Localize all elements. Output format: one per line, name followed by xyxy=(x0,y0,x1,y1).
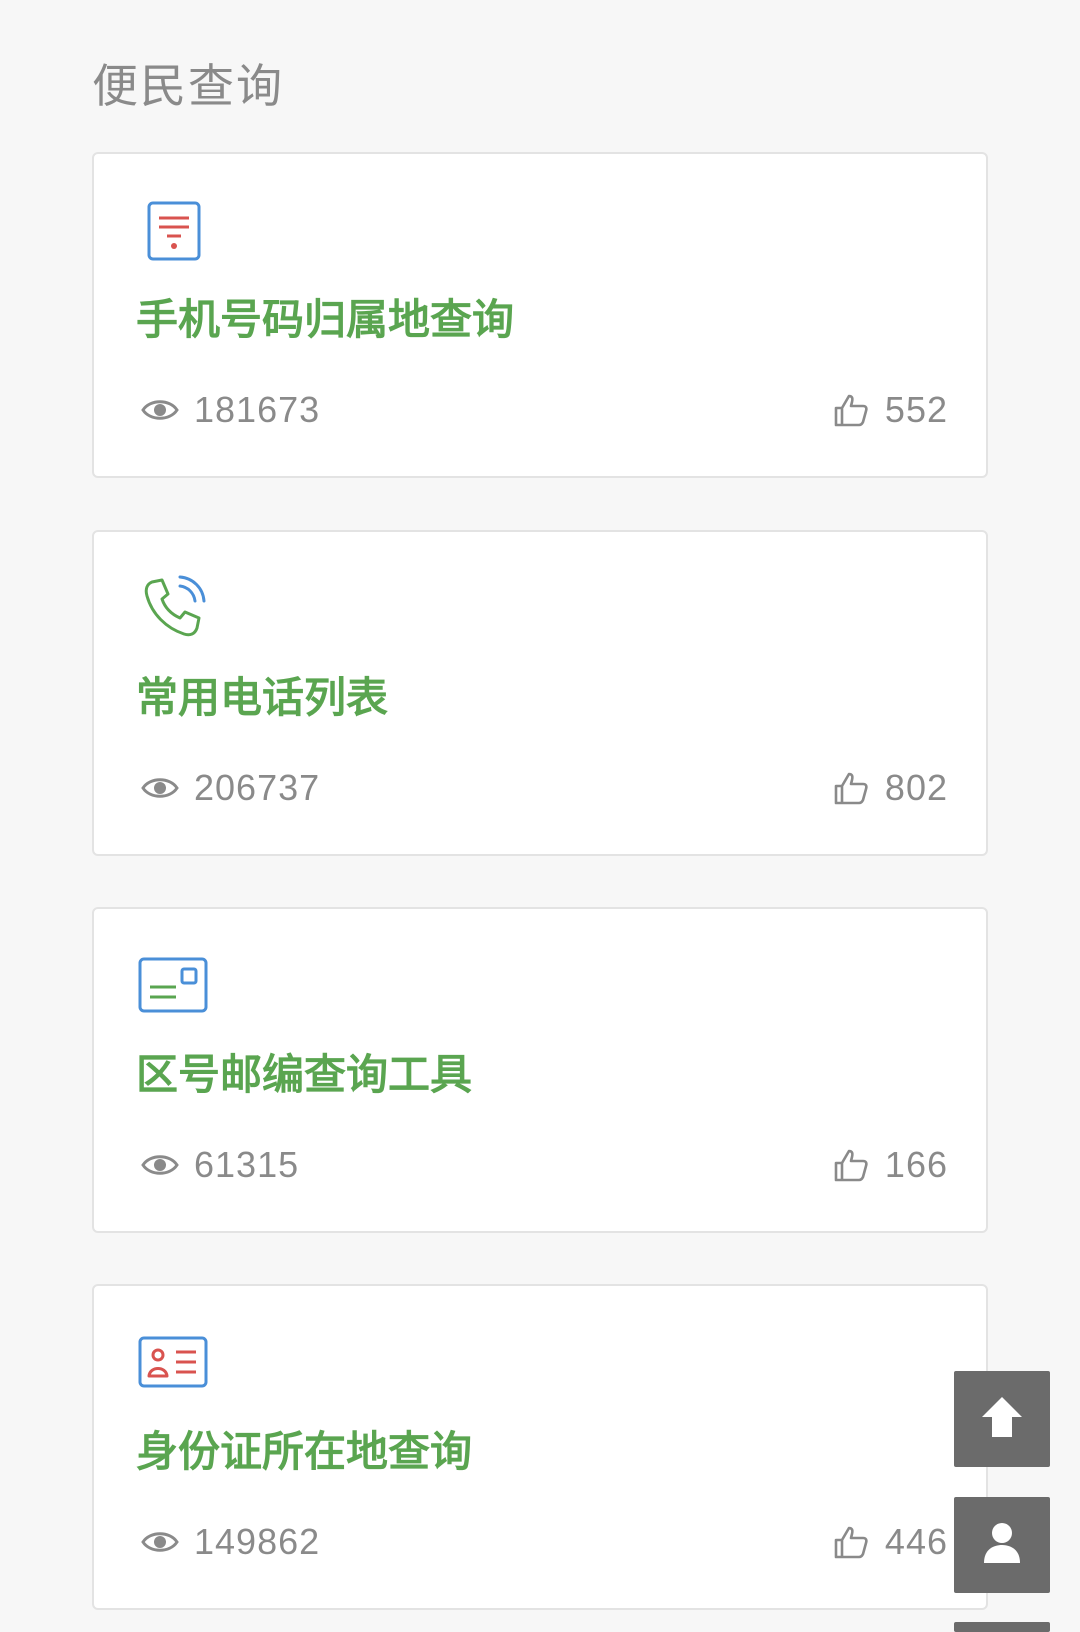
card-title: 手机号码归属地查询 xyxy=(136,295,515,344)
eye-icon xyxy=(140,1522,180,1562)
card-common-phones[interactable]: 常用电话列表 206737 802 xyxy=(92,530,988,856)
likes-stat[interactable]: 552 xyxy=(831,382,948,438)
arrow-up-icon xyxy=(978,1393,1026,1445)
eye-icon xyxy=(140,768,180,808)
likes-count: 446 xyxy=(884,1521,948,1562)
card-area-code-zip[interactable]: 区号邮编查询工具 61315 166 xyxy=(92,907,988,1233)
likes-stat[interactable]: 802 xyxy=(831,760,948,816)
thumbs-up-icon[interactable] xyxy=(831,1145,871,1185)
eye-icon xyxy=(140,390,180,430)
likes-count: 552 xyxy=(884,389,948,430)
card-icon xyxy=(138,949,210,1021)
card-title: 区号邮编查询工具 xyxy=(136,1050,473,1099)
views-stat: 181673 xyxy=(140,382,320,438)
card-title: 身份证所在地查询 xyxy=(136,1427,473,1476)
thumbs-up-icon[interactable] xyxy=(831,768,871,808)
card-id-location[interactable]: 身份证所在地查询 149862 446 xyxy=(92,1284,988,1610)
views-count: 61315 xyxy=(194,1144,300,1185)
card-mobile-location[interactable]: 手机号码归属地查询 181673 552 xyxy=(92,152,988,478)
document-icon xyxy=(138,194,210,266)
likes-count: 166 xyxy=(884,1144,948,1185)
likes-stat[interactable]: 166 xyxy=(831,1137,948,1193)
section-title: 便民查询 xyxy=(92,59,284,113)
user-button[interactable] xyxy=(954,1497,1050,1593)
likes-count: 802 xyxy=(884,767,948,808)
user-icon xyxy=(978,1519,1026,1571)
views-count: 181673 xyxy=(194,389,321,430)
id-card-icon xyxy=(138,1326,210,1398)
eye-icon xyxy=(140,1145,180,1185)
views-stat: 206737 xyxy=(140,760,320,816)
views-count: 149862 xyxy=(194,1521,321,1562)
card-title: 常用电话列表 xyxy=(136,673,389,722)
more-button[interactable] xyxy=(954,1622,1050,1632)
views-stat: 149862 xyxy=(140,1514,320,1570)
views-stat: 61315 xyxy=(140,1137,299,1193)
likes-stat[interactable]: 446 xyxy=(831,1514,948,1570)
phone-icon xyxy=(138,572,210,644)
back-to-top-button[interactable] xyxy=(954,1371,1050,1467)
thumbs-up-icon[interactable] xyxy=(831,1522,871,1562)
views-count: 206737 xyxy=(194,767,321,808)
thumbs-up-icon[interactable] xyxy=(831,390,871,430)
